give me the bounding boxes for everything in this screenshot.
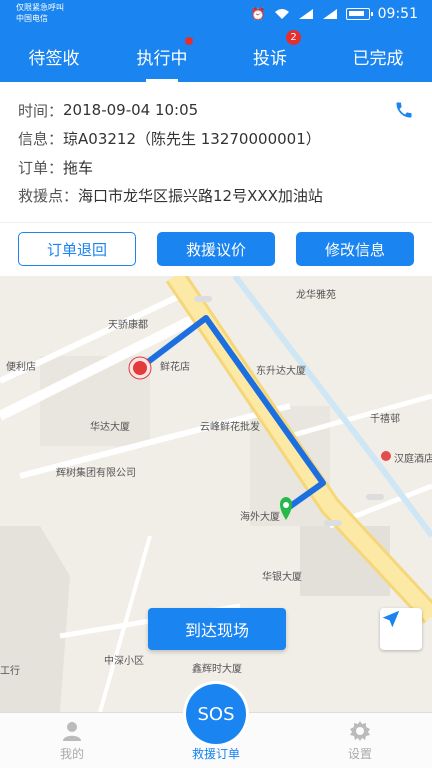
info-label: 信息：	[18, 130, 64, 149]
rescue-point-value: 海口市龙华区振兴路12号XXX加油站	[78, 187, 323, 206]
order-info-panel: 时间： 2018-09-04 10:05 信息： 琼A03212（陈先生 132…	[0, 82, 432, 222]
order-row: 订单： 拖车	[18, 153, 414, 182]
rescue-price-button[interactable]: 救援议价	[157, 232, 275, 266]
map-label: 辉树集团有限公司	[56, 468, 136, 479]
map-label: 华银大厦	[262, 572, 302, 583]
map-label: 鲜花店	[160, 362, 190, 373]
map-label: 便利店	[6, 362, 36, 373]
tab-completed[interactable]: 已完成	[324, 30, 432, 82]
notification-dot	[185, 37, 193, 45]
tab-in-progress-label: 执行中	[136, 48, 188, 69]
status-icons: ⏰ 09:51	[251, 6, 418, 22]
locate-button[interactable]	[380, 608, 422, 650]
map-label: 海外大厦	[240, 512, 280, 523]
rescue-point-label: 救援点：	[18, 187, 79, 206]
tab-in-progress[interactable]: 执行中	[108, 30, 216, 82]
map-label: 龙华雅苑	[296, 290, 336, 301]
arrive-scene-button[interactable]: 到达现场	[148, 608, 286, 650]
map-label: 鑫辉时大厦	[192, 664, 242, 675]
location-arrow-icon	[382, 610, 400, 628]
map-label: 中深小区	[104, 656, 144, 667]
wifi-icon	[274, 9, 289, 19]
map-label: 东升达大厦	[256, 366, 306, 377]
order-label: 订单：	[18, 158, 64, 177]
time-row: 时间： 2018-09-04 10:05	[18, 96, 414, 125]
carrier-line-2: 中国电信	[16, 14, 48, 23]
time-label: 时间：	[18, 101, 64, 120]
nav-mine[interactable]: 我的	[0, 713, 144, 768]
sos-button[interactable]: SOS	[186, 684, 246, 744]
tab-bar: 待签收 执行中 投诉 2 已完成	[0, 30, 432, 82]
map-view[interactable]: 天骄康都 龙华雅苑 东升达大厦 鲜花店 华达大厦 云峰鲜花批发 千禧邨 汉庭酒店…	[0, 276, 432, 712]
tab-pending[interactable]: 待签收	[0, 30, 108, 82]
map-label: 汉庭酒店	[394, 454, 432, 465]
user-icon	[63, 722, 81, 741]
nav-settings[interactable]: 设置	[288, 713, 432, 768]
info-row: 信息： 琼A03212（陈先生 13270000001）	[18, 125, 414, 154]
return-order-button[interactable]: 订单退回	[18, 232, 136, 266]
phone-icon[interactable]	[394, 100, 414, 120]
nav-settings-label: 设置	[347, 747, 372, 761]
order-value: 拖车	[63, 158, 94, 177]
signal-icon	[298, 9, 313, 19]
map-label: 华达大厦	[90, 422, 130, 433]
map-label: 千禧邨	[370, 414, 400, 425]
tab-complaints[interactable]: 投诉 2	[216, 30, 324, 82]
alarm-icon: ⏰	[250, 7, 266, 21]
nav-rescue-label: 救援订单	[191, 747, 240, 761]
gear-icon	[350, 721, 370, 741]
tab-completed-label: 已完成	[352, 48, 404, 69]
action-buttons: 订单退回 救援议价 修改信息	[0, 222, 432, 276]
info-value: 琼A03212（陈先生 13270000001）	[63, 130, 321, 149]
signal-icon-2	[322, 9, 337, 19]
nav-mine-label: 我的	[59, 747, 84, 761]
clock: 09:51	[377, 6, 418, 22]
time-value: 2018-09-04 10:05	[63, 101, 199, 120]
map-label: 天骄康都	[108, 320, 148, 331]
map-label: 云峰鲜花批发	[200, 422, 260, 433]
complaints-badge: 2	[286, 30, 301, 45]
carrier-line-1: 仅限紧急呼叫	[16, 3, 64, 12]
rescue-point-row: 救援点： 海口市龙华区振兴路12号XXX加油站	[18, 182, 414, 211]
map-label: 工行	[0, 666, 20, 677]
tab-complaints-label: 投诉	[253, 48, 287, 69]
tab-pending-label: 待签收	[28, 48, 80, 69]
carrier-info: 仅限紧急呼叫 中国电信	[16, 2, 64, 24]
modify-info-button[interactable]: 修改信息	[296, 232, 414, 266]
status-bar: 仅限紧急呼叫 中国电信 ⏰ 09:51	[0, 0, 432, 30]
battery-icon	[345, 8, 373, 20]
